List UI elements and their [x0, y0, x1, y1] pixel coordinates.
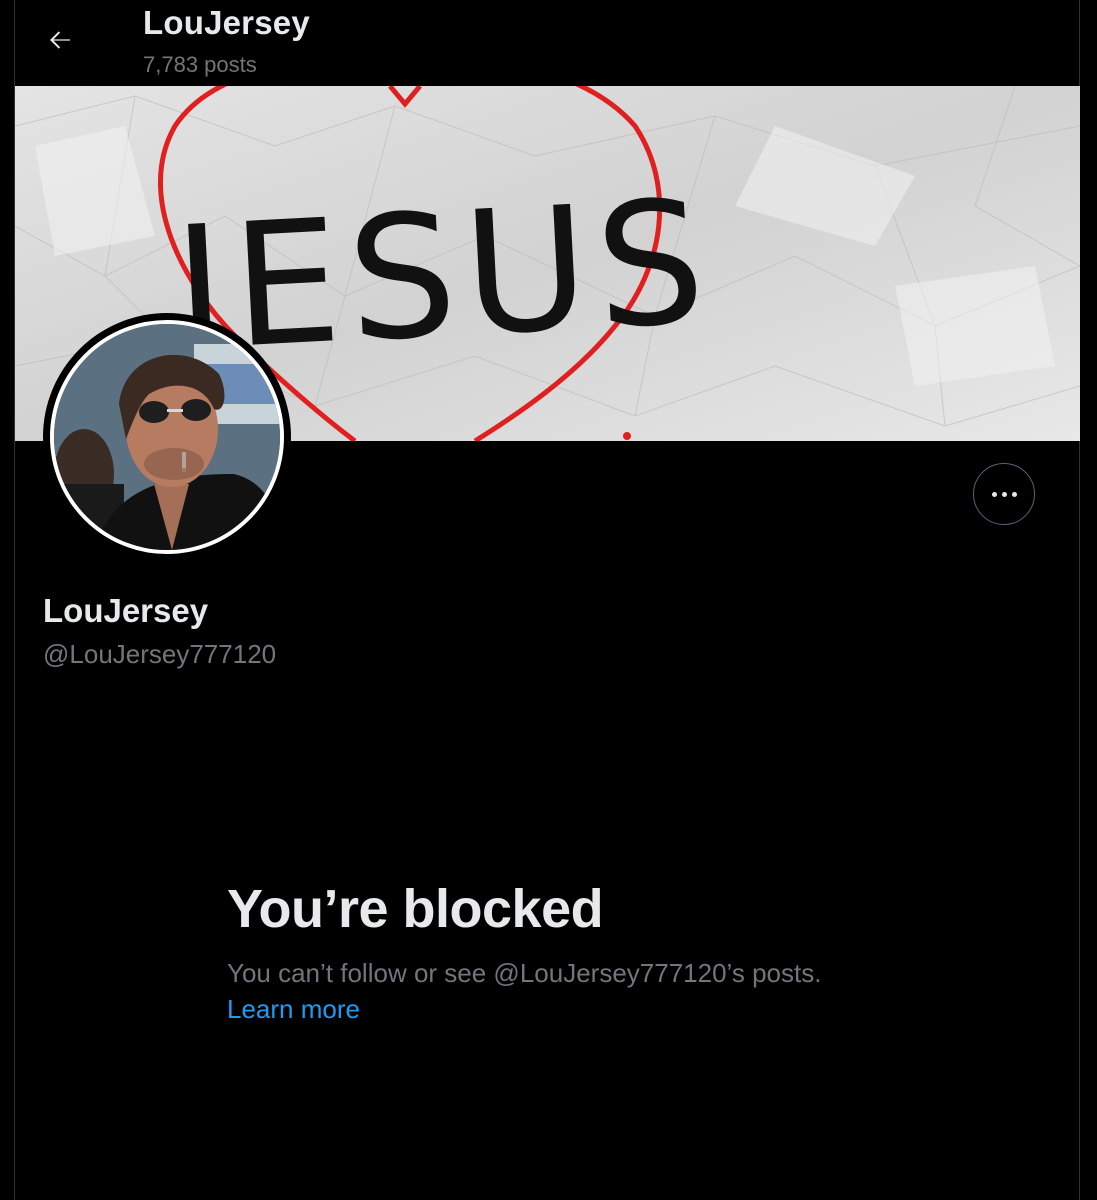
learn-more-link[interactable]: Learn more — [227, 994, 360, 1025]
profile-header: LouJersey 7,783 posts — [0, 0, 1097, 86]
blocked-message: You can’t follow or see @LouJersey777120… — [227, 958, 822, 988]
arrow-left-icon — [50, 31, 70, 49]
avatar-image — [50, 320, 284, 554]
profile-display-name: LouJersey — [43, 592, 209, 629]
post-count: 7,783 posts — [143, 52, 257, 77]
avatar[interactable] — [43, 313, 291, 561]
back-button[interactable] — [36, 18, 84, 62]
more-options-button[interactable] — [973, 463, 1035, 525]
header-title: LouJersey — [143, 4, 310, 41]
profile-handle: @LouJersey777120 — [43, 639, 277, 669]
more-horizontal-icon — [991, 491, 1017, 497]
blocked-title: You’re blocked — [227, 879, 604, 939]
